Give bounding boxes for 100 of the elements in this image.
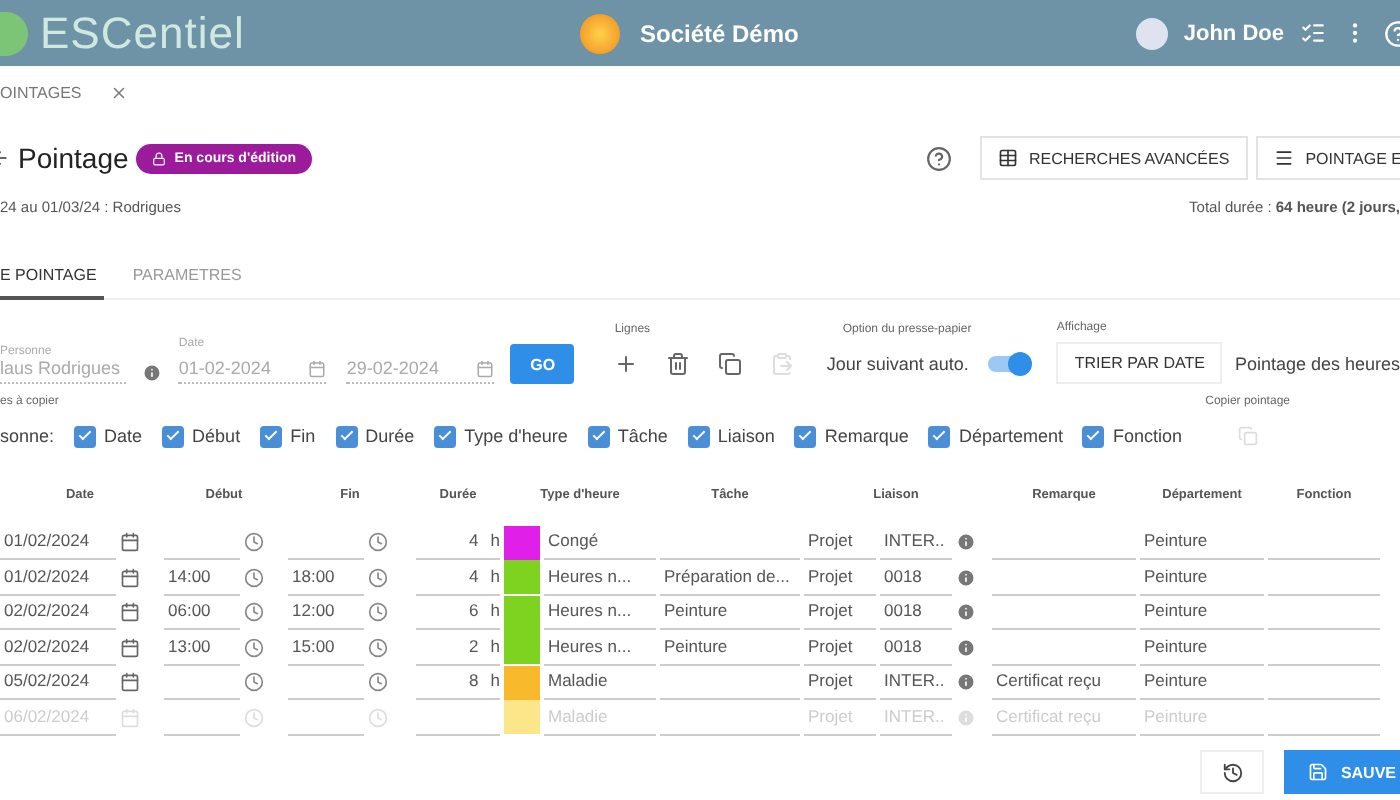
close-icon[interactable] xyxy=(109,83,128,101)
date-cell[interactable]: 05/02/2024 xyxy=(0,664,116,700)
clock-icon[interactable] xyxy=(244,567,264,587)
clock-icon[interactable] xyxy=(244,532,264,552)
checkbox-label: Département xyxy=(958,426,1063,446)
trash-icon[interactable] xyxy=(666,352,691,376)
checkbox-label: Type d'heure xyxy=(464,426,568,446)
copy-icon[interactable] xyxy=(718,352,743,376)
date-cell[interactable]: 02/02/2024 xyxy=(0,594,116,630)
checkbox[interactable] xyxy=(687,425,710,447)
link-cell[interactable]: 0018 xyxy=(880,629,952,665)
action-button[interactable]: RECHERCHES AVANCÉES xyxy=(979,136,1248,180)
link-cell[interactable]: 0018 xyxy=(880,559,952,595)
duration-cell[interactable]: 4 h xyxy=(416,524,500,560)
end-cell[interactable]: 12:00 xyxy=(288,594,364,630)
end-cell[interactable]: 15:00 xyxy=(288,629,364,665)
info-icon[interactable] xyxy=(956,602,976,622)
save-icon xyxy=(1308,762,1329,782)
task-cell[interactable]: Peinture xyxy=(660,594,800,630)
department-cell[interactable]: Peinture xyxy=(1140,524,1264,560)
brand-logo: ESCentiel xyxy=(40,7,247,59)
start-cell[interactable]: 13:00 xyxy=(164,629,240,665)
start-cell[interactable]: 06:00 xyxy=(164,594,240,630)
avatar[interactable] xyxy=(1135,17,1168,49)
calendar-icon[interactable] xyxy=(120,567,140,587)
table-icon xyxy=(997,148,1018,168)
checkbox[interactable] xyxy=(928,425,951,447)
plus-icon[interactable] xyxy=(614,352,639,376)
calendar-icon[interactable] xyxy=(120,532,140,552)
link-cell[interactable]: INTER.. xyxy=(880,664,952,700)
lock-icon xyxy=(152,151,167,165)
info-icon[interactable] xyxy=(956,532,976,552)
checkbox-label: Début xyxy=(192,426,241,446)
checkbox[interactable] xyxy=(1082,425,1105,447)
calendar-icon[interactable] xyxy=(120,672,140,692)
calendar-icon[interactable] xyxy=(120,637,140,657)
menu-icon xyxy=(1273,148,1294,168)
checkbox[interactable] xyxy=(587,425,610,447)
clock-icon[interactable] xyxy=(244,602,264,622)
department-cell[interactable]: Peinture xyxy=(1140,559,1264,595)
checkbox-label: Liaison xyxy=(717,426,775,446)
type-cell[interactable]: Heures n... xyxy=(544,594,656,630)
department-cell[interactable]: Peinture xyxy=(1140,594,1264,630)
clock-icon[interactable] xyxy=(244,672,264,692)
clock-icon[interactable] xyxy=(368,567,388,587)
type-cell[interactable]: Heures n... xyxy=(544,629,656,665)
link-type-cell[interactable]: Projet xyxy=(804,524,876,560)
checkbox[interactable] xyxy=(335,425,358,447)
help-icon[interactable] xyxy=(925,145,952,171)
open-tab[interactable]: OINTAGES xyxy=(0,83,82,101)
duration-cell[interactable]: 4 h xyxy=(416,559,500,595)
department-cell[interactable]: Peinture xyxy=(1140,629,1264,665)
end-cell[interactable]: 18:00 xyxy=(288,559,364,595)
duration-cell[interactable]: 2 h xyxy=(416,629,500,665)
logo-icon xyxy=(0,11,28,55)
link-cell[interactable]: 0018 xyxy=(880,594,952,630)
task-cell[interactable]: Peinture xyxy=(660,629,800,665)
info-icon[interactable] xyxy=(956,567,976,587)
checkbox[interactable] xyxy=(162,425,185,447)
checklist-icon[interactable] xyxy=(1300,20,1326,46)
sort-button[interactable]: TRIER PAR DATE xyxy=(1056,342,1223,384)
task-cell[interactable]: Préparation de... xyxy=(660,559,800,595)
history-icon xyxy=(1221,761,1244,783)
toggle-label: Jour suivant auto. xyxy=(826,354,969,374)
clock-icon[interactable] xyxy=(244,637,264,657)
checkbox[interactable] xyxy=(74,425,97,447)
checkbox[interactable] xyxy=(260,425,283,447)
date-cell[interactable]: 01/02/2024 xyxy=(0,559,116,595)
company-logo xyxy=(580,13,620,53)
checkbox-label: Tâche xyxy=(617,426,668,446)
date-cell[interactable]: 02/02/2024 xyxy=(0,629,116,665)
start-cell[interactable]: 14:00 xyxy=(164,559,240,595)
clock-icon[interactable] xyxy=(368,672,388,692)
info-icon[interactable] xyxy=(956,672,976,692)
clock-icon[interactable] xyxy=(368,602,388,622)
link-type-cell[interactable]: Projet xyxy=(804,629,876,665)
link-type-cell[interactable]: Projet xyxy=(804,594,876,630)
calendar-icon[interactable] xyxy=(120,602,140,622)
clock-icon[interactable] xyxy=(368,637,388,657)
checkbox[interactable] xyxy=(434,425,457,447)
info-icon[interactable] xyxy=(142,362,163,384)
history-button[interactable] xyxy=(1200,750,1265,794)
type-cell[interactable]: Maladie xyxy=(544,664,656,700)
date-cell[interactable]: 01/02/2024 xyxy=(0,524,116,560)
checkbox-label: Durée xyxy=(365,426,415,446)
clock-icon[interactable] xyxy=(368,532,388,552)
type-cell[interactable]: Congé xyxy=(544,524,656,560)
duration-cell[interactable]: 8 h xyxy=(416,664,500,700)
link-type-cell[interactable]: Projet xyxy=(804,664,876,700)
duration-cell[interactable]: 6 h xyxy=(416,594,500,630)
type-cell[interactable]: Heures n... xyxy=(544,559,656,595)
checkbox[interactable] xyxy=(794,425,817,447)
info-icon[interactable] xyxy=(956,637,976,657)
remark-cell[interactable]: Certificat reçu xyxy=(992,664,1136,700)
link-cell[interactable]: INTER.. xyxy=(880,524,952,560)
link-type-cell[interactable]: Projet xyxy=(804,559,876,595)
page-title: Pointage xyxy=(18,142,129,174)
toggle-switch[interactable] xyxy=(988,356,1029,372)
department-cell[interactable]: Peinture xyxy=(1140,664,1264,700)
tab[interactable]: E POINTAGE xyxy=(0,254,105,300)
